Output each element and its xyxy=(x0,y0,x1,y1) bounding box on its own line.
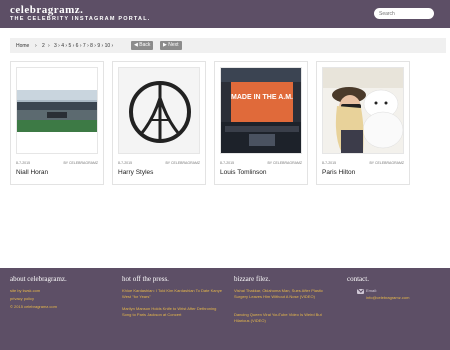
post-title[interactable]: Harry Styles xyxy=(118,169,153,176)
breadcrumb-separator: › xyxy=(48,43,50,49)
footer-news-link[interactable]: Vishal Thakkar, Oklahoma Man, Sues After… xyxy=(234,288,334,300)
post-title[interactable]: Niall Horan xyxy=(16,169,48,176)
post-author[interactable]: BY CELEBRAGRAMZ xyxy=(165,161,200,165)
site-logo[interactable]: celebragramz. xyxy=(10,4,83,16)
post-author[interactable]: BY CELEBRAGRAMZ xyxy=(63,161,98,165)
site-footer: about celebragramz. site by kwsk.com pri… xyxy=(0,268,450,350)
post-author[interactable]: BY CELEBRAGRAMZ xyxy=(369,161,404,165)
post-card[interactable]: 8-7-2015 BY CELEBRAGRAMZ Paris Hilton xyxy=(316,61,410,185)
footer-link[interactable]: privacy policy xyxy=(10,296,34,302)
svg-text:MADE IN THE A.M.: MADE IN THE A.M. xyxy=(231,94,293,101)
post-title[interactable]: Paris Hilton xyxy=(322,169,355,176)
footer-link[interactable]: site by kwsk.com xyxy=(10,288,40,294)
post-author[interactable]: BY CELEBRAGRAMZ xyxy=(267,161,302,165)
footer-bizzare-heading: bizzare filez. xyxy=(234,275,271,283)
back-button[interactable]: ◀ Back xyxy=(131,41,154,50)
post-date: 8-7-2015 xyxy=(322,161,337,165)
post-thumbnail[interactable] xyxy=(16,67,98,154)
post-thumbnail[interactable] xyxy=(118,67,200,154)
footer-email-link[interactable]: info@celebragramz.com xyxy=(366,295,409,301)
pagination-links[interactable]: 3 › 4 › 5 › 6 › 7 › 8 › 9 › 10 › xyxy=(54,43,113,49)
footer-hot-heading: hot off the press. xyxy=(122,275,169,283)
breadcrumb-separator: › xyxy=(35,43,37,49)
post-date: 8-7-2015 xyxy=(220,161,235,165)
breadcrumb: Home › 2 › 3 › 4 › 5 › 6 › 7 › 8 › 9 › 1… xyxy=(10,38,446,53)
footer-news-link[interactable]: Dancing Queen Viral YouTube Video Is Wei… xyxy=(234,312,334,324)
search-input[interactable] xyxy=(374,8,434,19)
site-tagline: THE CELEBRITY INSTAGRAM PORTAL. xyxy=(10,16,151,22)
footer-contact-heading: contact. xyxy=(347,275,369,283)
footer-email-label: Email: xyxy=(366,288,378,293)
footer-link[interactable]: © 2015 celebragramz.com xyxy=(10,304,57,310)
post-card[interactable]: 8-7-2015 BY CELEBRAGRAMZ Harry Styles xyxy=(112,61,206,185)
breadcrumb-current-page: 2 xyxy=(42,43,45,49)
made-in-the-am-screen: MADE IN THE A.M. xyxy=(221,68,301,153)
post-date: 8-7-2015 xyxy=(118,161,133,165)
post-thumbnail[interactable] xyxy=(322,67,404,154)
eiffel-peace-sign xyxy=(119,68,199,153)
post-date: 8-7-2015 xyxy=(16,161,31,165)
post-thumbnail[interactable]: MADE IN THE A.M. xyxy=(220,67,302,154)
footer-about-heading: about celebragramz. xyxy=(10,275,67,283)
site-header: celebragramz. THE CELEBRITY INSTAGRAM PO… xyxy=(0,0,450,28)
footer-news-link[interactable]: Khloe Kardashian: I Told Kim Kardashian … xyxy=(122,288,222,300)
next-button[interactable]: ▶ Next xyxy=(160,41,182,50)
post-title[interactable]: Louis Tomlinson xyxy=(220,169,267,176)
stadium-photo xyxy=(17,68,97,153)
paris-with-hello-kitty xyxy=(323,68,403,153)
footer-news-link[interactable]: Marilyn Manson Holds Knife to Wrist Afte… xyxy=(122,306,222,318)
breadcrumb-home[interactable]: Home xyxy=(16,43,29,49)
mail-icon xyxy=(357,289,364,294)
post-card[interactable]: MADE IN THE A.M. 8-7-2015 BY CELEBRAGRAM… xyxy=(214,61,308,185)
post-card[interactable]: 8-7-2015 BY CELEBRAGRAMZ Niall Horan xyxy=(10,61,104,185)
